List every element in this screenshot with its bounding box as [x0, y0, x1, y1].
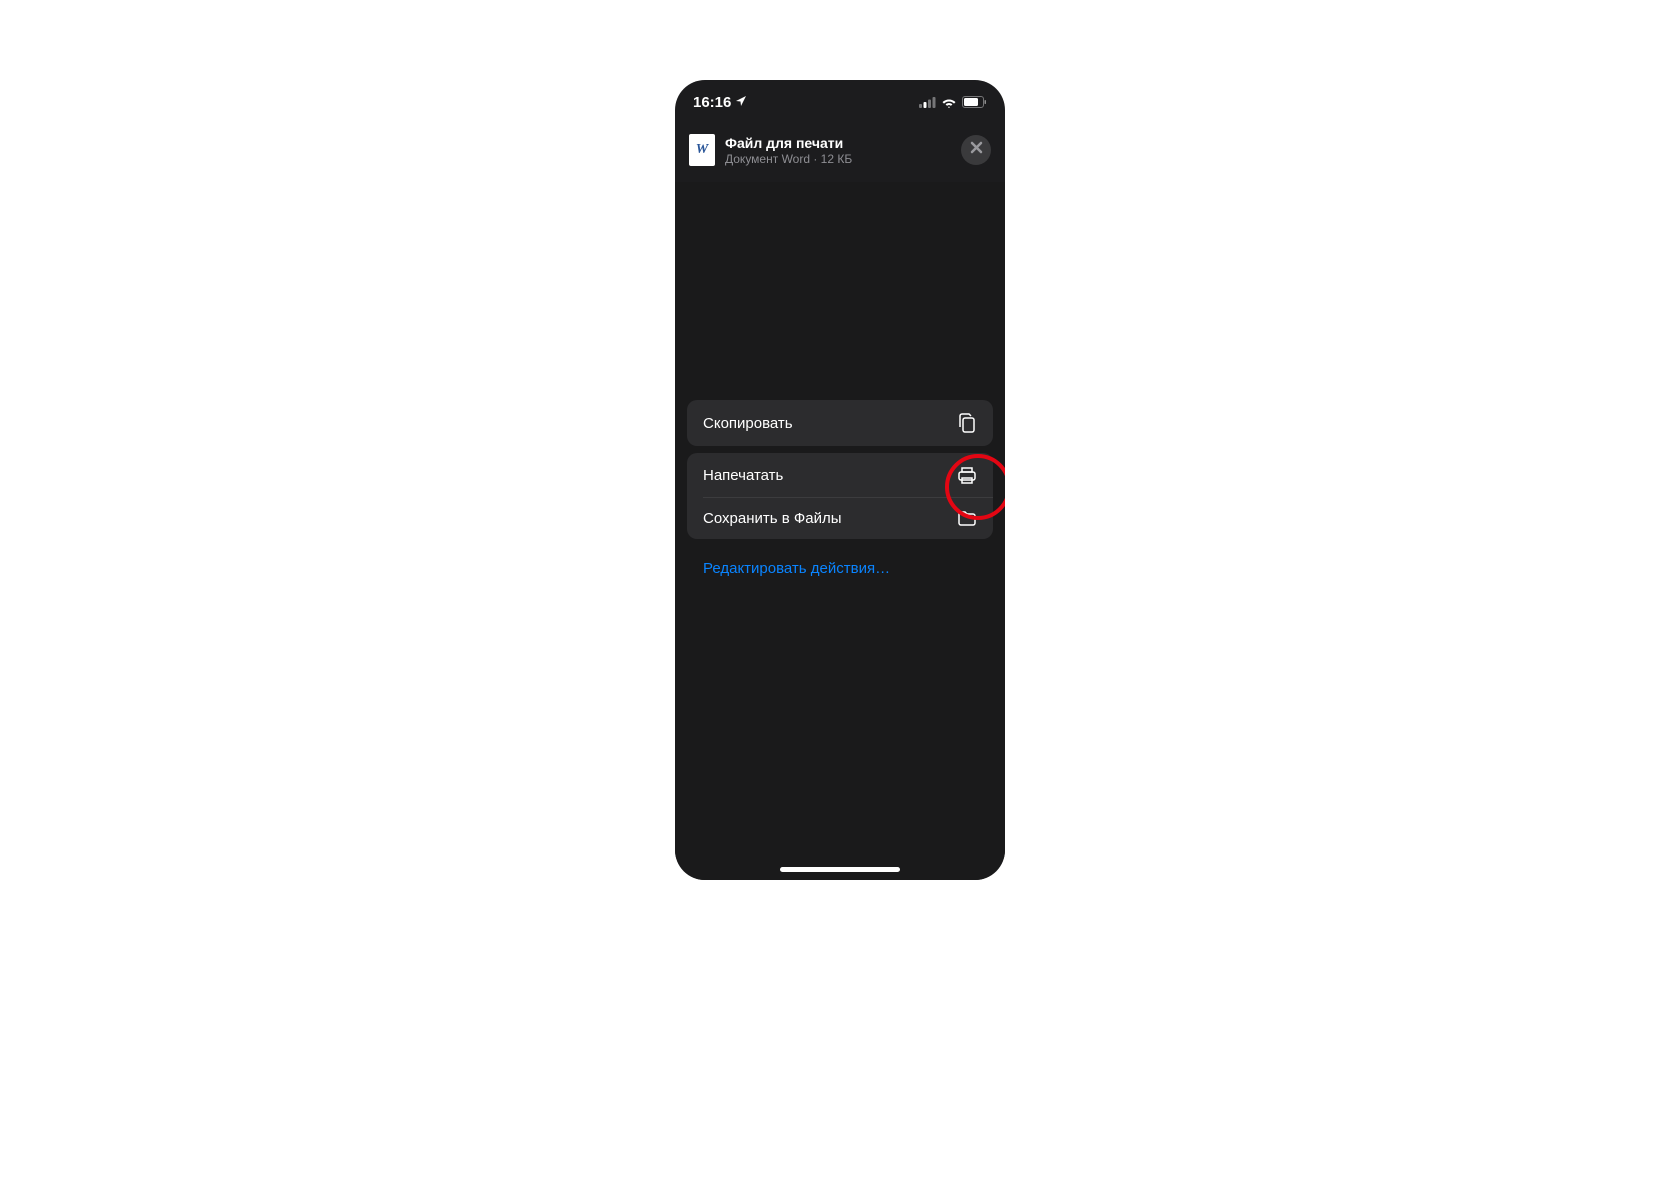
file-thumbnail-word-icon: W: [689, 134, 715, 166]
share-sheet-body: Скопировать Напечатать: [675, 182, 1005, 880]
action-copy[interactable]: Скопировать: [687, 400, 993, 446]
action-print-label: Напечатать: [703, 467, 783, 484]
file-icon-letter: W: [696, 142, 708, 158]
close-button[interactable]: [961, 135, 991, 165]
file-subtitle: Документ Word · 12 КБ: [725, 152, 951, 166]
file-info: Файл для печати Документ Word · 12 КБ: [725, 135, 951, 166]
action-copy-label: Скопировать: [703, 415, 793, 432]
action-save-to-files[interactable]: Сохранить в Файлы: [687, 497, 993, 539]
action-group-copy: Скопировать: [687, 400, 993, 446]
action-print[interactable]: Напечатать: [687, 453, 993, 497]
printer-icon: [957, 465, 977, 485]
file-title: Файл для печати: [725, 135, 951, 151]
battery-icon: [962, 96, 987, 108]
action-save-to-files-label: Сохранить в Файлы: [703, 510, 842, 527]
folder-icon: [957, 509, 977, 527]
edit-actions-label: Редактировать действия…: [703, 560, 890, 577]
home-indicator[interactable]: [780, 867, 900, 872]
cellular-signal-icon: [919, 97, 936, 108]
share-sheet-header: W Файл для печати Документ Word · 12 КБ: [675, 124, 1005, 182]
close-icon: [970, 141, 983, 159]
status-bar: 16:16: [675, 80, 1005, 124]
phone-frame: 16:16: [675, 80, 1005, 880]
wifi-icon: [941, 97, 957, 108]
status-time: 16:16: [693, 94, 731, 111]
edit-actions-link[interactable]: Редактировать действия…: [687, 546, 993, 591]
location-icon: [735, 95, 747, 110]
status-bar-right: [919, 96, 987, 108]
status-bar-left: 16:16: [693, 94, 747, 111]
action-group-main: Напечатать Сохранить в Файлы: [687, 453, 993, 539]
copy-icon: [957, 412, 977, 434]
